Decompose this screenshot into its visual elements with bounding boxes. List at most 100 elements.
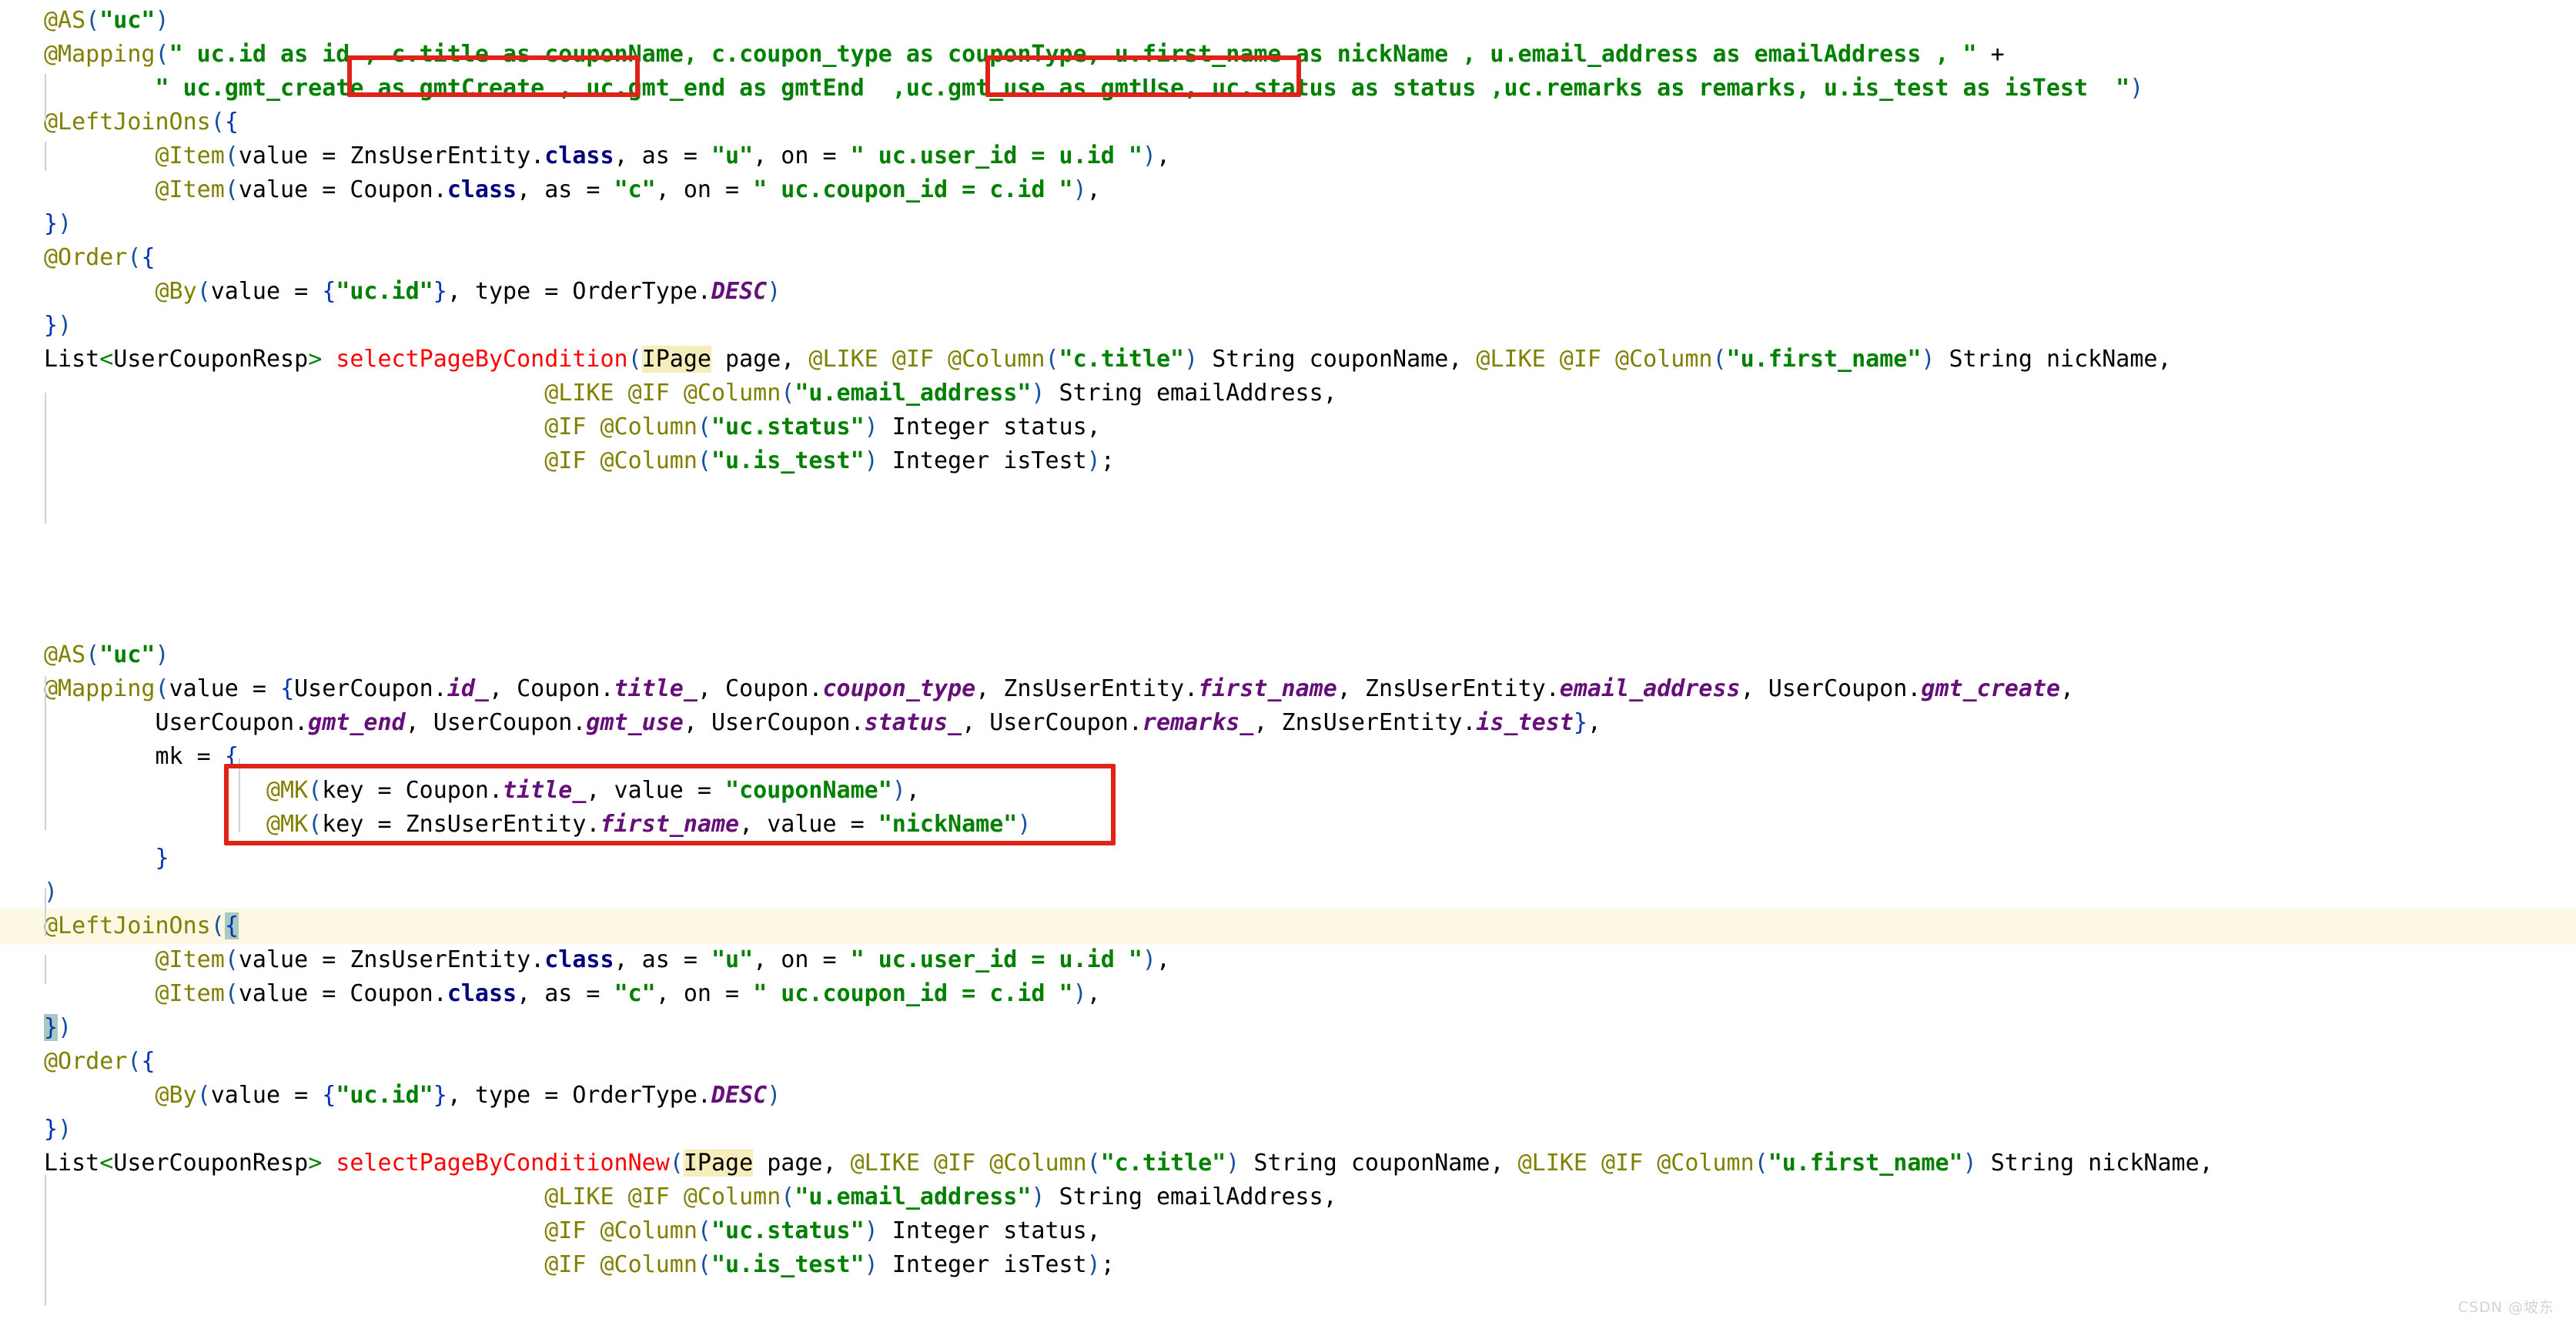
code-token: @Item (155, 980, 225, 1007)
code-token: ( (196, 1082, 211, 1109)
code-line[interactable]: }) (0, 206, 2576, 242)
code-token: first_name (600, 811, 740, 838)
code-token: @Column (683, 380, 781, 407)
code-line[interactable]: @LeftJoinOns({ (0, 105, 2576, 140)
code-line-text: @MK(key = ZnsUserEntity.first_name, valu… (0, 807, 1031, 842)
code-token: } (155, 845, 169, 872)
code-token: @MK (266, 811, 309, 838)
indent-guide (45, 955, 46, 984)
code-line[interactable]: @Order({ (0, 1044, 2576, 1080)
code-token: @LeftJoinOns (44, 912, 211, 939)
code-line[interactable]: UserCoupon.gmt_end, UserCoupon.gmt_use, … (0, 705, 2576, 741)
code-token: "u.is_test" (711, 447, 865, 474)
code-token: ) (58, 1116, 72, 1143)
code-line[interactable]: @IF @Column("uc.status") Integer status, (0, 410, 2576, 445)
code-line[interactable]: @Mapping(" uc.id as id , c.title as coup… (0, 37, 2576, 72)
code-token: ) (2129, 75, 2144, 102)
code-line[interactable]: mk = { (0, 739, 2576, 775)
code-token: ( (224, 176, 239, 203)
code-line[interactable]: @IF @Column("u.is_test") Integer isTest)… (0, 444, 2576, 479)
code-token: "c" (614, 980, 656, 1007)
code-token: class (447, 176, 517, 203)
code-token: ) (1017, 811, 1032, 838)
code-token: , value = (586, 777, 726, 804)
code-token: ) (1184, 346, 1199, 373)
code-line[interactable]: }) (0, 1010, 2576, 1046)
code-token: "u.first_name" (1768, 1150, 1963, 1177)
code-token: "uc.id" (336, 1082, 433, 1109)
code-line[interactable]: @MK(key = ZnsUserEntity.first_name, valu… (0, 807, 2576, 842)
code-line[interactable]: List<UserCouponResp> selectPageByConditi… (0, 1146, 2576, 1181)
code-line[interactable]: @By(value = {"uc.id"}, type = OrderType.… (0, 274, 2576, 310)
code-token: } (433, 278, 447, 305)
code-token: page, (753, 1150, 851, 1177)
code-token: ( (697, 1251, 711, 1278)
code-line-text: List<UserCouponResp> selectPageByConditi… (0, 1146, 2213, 1181)
code-token: , UserCoupon. (683, 709, 865, 736)
code-token: ; (1100, 447, 1115, 474)
code-token: String nickName, (1935, 346, 2172, 373)
code-token: ( (697, 1217, 711, 1244)
code-line[interactable]: @Mapping(value = {UserCoupon.id_, Coupon… (0, 671, 2576, 707)
code-line[interactable]: @Item(value = Coupon.class, as = "c", on… (0, 976, 2576, 1012)
code-line-text: @IF @Column("u.is_test") Integer isTest)… (0, 1247, 1115, 1283)
code-token: @IF (544, 1217, 587, 1244)
code-token: ( (210, 912, 225, 939)
code-line[interactable]: @LIKE @IF @Column("u.email_address") Str… (0, 376, 2576, 411)
code-line[interactable]: @Item(value = Coupon.class, as = "c", on… (0, 172, 2576, 208)
code-token: "c" (614, 176, 656, 203)
code-line[interactable]: }) (0, 1112, 2576, 1147)
code-line[interactable]: ) (0, 875, 2576, 910)
code-line[interactable]: @AS("uc") (0, 3, 2576, 38)
code-line-text: }) (0, 1010, 72, 1046)
code-line[interactable]: @AS("uc") (0, 638, 2576, 673)
code-token: @Column (989, 1150, 1087, 1177)
code-line[interactable]: " uc.gmt_create as gmtCreate , uc.gmt_en… (0, 71, 2576, 106)
code-token: { (224, 743, 239, 770)
code-line-text: @Item(value = ZnsUserEntity.class, as = … (0, 942, 1171, 978)
code-line[interactable]: @IF @Column("u.is_test") Integer isTest)… (0, 1247, 2576, 1283)
code-token: } (44, 312, 59, 339)
code-line[interactable]: @LeftJoinOns({ (0, 909, 2576, 944)
code-token: ( (127, 1048, 142, 1075)
code-token: { (224, 109, 239, 136)
code-token: , as = (517, 980, 614, 1007)
code-token: Integer isTest (878, 447, 1087, 474)
code-line[interactable]: @IF @Column("uc.status") Integer status, (0, 1214, 2576, 1249)
code-token: ( (224, 980, 239, 1007)
indent-guide (45, 676, 46, 830)
code-token: ( (1712, 346, 1727, 373)
code-token: , (1156, 946, 1171, 973)
code-token: IPage (641, 346, 711, 373)
code-line[interactable]: @MK(key = Coupon.title_, value = "coupon… (0, 773, 2576, 808)
code-token: ) (767, 1082, 781, 1109)
code-line[interactable]: @Order({ (0, 240, 2576, 276)
code-token: @LeftJoinOns (44, 109, 211, 136)
code-line[interactable]: @LIKE @IF @Column("u.email_address") Str… (0, 1180, 2576, 1215)
code-line[interactable]: } (0, 841, 2576, 876)
code-token: key = ZnsUserEntity. (322, 811, 601, 838)
code-token: email_address (1559, 675, 1741, 702)
code-token: , Coupon. (697, 675, 823, 702)
code-token: UserCouponResp (113, 1150, 309, 1177)
code-line[interactable]: @Item(value = ZnsUserEntity.class, as = … (0, 942, 2576, 978)
code-line[interactable]: @Item(value = ZnsUserEntity.class, as = … (0, 139, 2576, 174)
code-line[interactable]: @By(value = {"uc.id"}, type = OrderType.… (0, 1078, 2576, 1113)
code-token: DESC (711, 278, 768, 305)
code-editor-canvas[interactable]: @AS("uc") @Mapping(" uc.id as id , c.titl… (0, 0, 2576, 1329)
code-line[interactable]: List<UserCouponResp> selectPageByConditi… (0, 342, 2576, 377)
code-token: List (44, 346, 100, 373)
code-token: @By (155, 278, 197, 305)
code-token: , on = (753, 946, 851, 973)
code-line[interactable]: }) (0, 308, 2576, 343)
code-token: "u.email_address" (795, 380, 1032, 407)
code-line-text: @By(value = {"uc.id"}, type = OrderType.… (0, 274, 781, 310)
